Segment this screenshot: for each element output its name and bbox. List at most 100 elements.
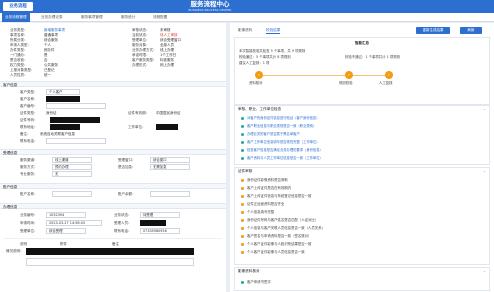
account-name-input[interactable] xyxy=(52,191,92,197)
field-label: 人员性质： xyxy=(10,73,28,77)
field-label: 证件有效期： xyxy=(128,111,149,115)
field-label: 客户服务类型： xyxy=(132,58,157,62)
window-input[interactable]: 综合窗口 xyxy=(150,157,190,163)
tab-handling-records[interactable]: 业务办理记录 xyxy=(38,13,66,22)
field-value: 已登记 xyxy=(44,68,55,72)
app-logo[interactable]: 业务流程 xyxy=(3,2,33,11)
field-value: 统一 xyxy=(44,73,51,77)
evidence-item[interactable]: 个人客户证件影像与人脸识别结果是否一致 xyxy=(247,242,311,246)
check-icon xyxy=(241,125,244,128)
field-label: 工作单位： xyxy=(128,125,146,129)
tab-statistics[interactable]: 服务统计 xyxy=(118,13,138,22)
warning-icon xyxy=(241,243,244,246)
field-label: 客户类型： xyxy=(20,90,38,94)
handle-unit-input[interactable]: 综合受理 xyxy=(46,228,86,234)
warning-icon xyxy=(241,211,244,214)
field-label: 备注： xyxy=(20,132,31,136)
warning-icon xyxy=(241,203,244,206)
tab-images[interactable]: 影像资料 xyxy=(238,27,252,34)
field-value: 系统自动关联客户信息 xyxy=(40,132,75,136)
field-label: 承诺时限： xyxy=(132,53,150,57)
field-label: 联系电话： xyxy=(114,229,132,233)
rule-item[interactable]: 客户职业信息与职业类别是否一致（职业类别） xyxy=(247,124,316,128)
chevron-down-icon[interactable]: ⌄ xyxy=(483,269,486,273)
rule-item[interactable]: 客户资料与人员工作单位信息是否一致（工作单位） xyxy=(247,156,323,160)
evidence-card: 证件审核 ⌄ 身份证件影像资料是否清晰 客户上传证件是否在有效期内 客户上传证件… xyxy=(234,167,490,265)
field-label: 一门通办： xyxy=(10,53,28,57)
field-label: 服务对象： xyxy=(132,43,150,47)
current-status-label: 当前状态： xyxy=(132,33,150,37)
field-label: 受理单位： xyxy=(132,38,150,42)
section-record: 办理信息 xyxy=(0,203,226,209)
summary-line: 本次智能校验共检查 5 个事项，共 9 项规则 xyxy=(239,49,306,53)
field-label: 账户名称： xyxy=(20,192,38,196)
rule-item[interactable]: 客户工作单位信息填写是否规范完整（工作单位） xyxy=(247,140,320,144)
field-label: 申请时间： xyxy=(20,221,38,225)
evidence-item[interactable]: 客户签名与申请资料是否一致（签名核对） xyxy=(247,234,311,238)
tab-process-management[interactable]: 业务流程管理 xyxy=(2,13,30,22)
summary-card: 智能汇总 本次智能校验共检查 5 个事项，共 9 项规则 校验通过：5 个事项共… xyxy=(234,37,490,105)
evidence-item[interactable]: 个人信息与客户关联人员信息是否一致（人员关系） xyxy=(247,226,325,230)
evidence-item[interactable]: 身份证件号码与客户姓名是否匹配（人证对比） xyxy=(247,218,318,222)
step-connector xyxy=(349,75,389,76)
evidence-title: 证件审核 xyxy=(238,169,253,173)
section-account: 账户信息 xyxy=(0,183,226,189)
evidence-item[interactable]: 证件正反面资料是否齐全 xyxy=(247,202,284,206)
field-label: 办件类型： xyxy=(10,48,28,52)
field-value: 普通事项 xyxy=(44,33,58,37)
detail-textarea[interactable] xyxy=(26,258,194,266)
field-value: 公共服务 xyxy=(44,63,58,67)
refresh-button[interactable]: 刷新 xyxy=(460,27,482,34)
section-handling: 受理信息 xyxy=(0,149,226,155)
evidence-item[interactable]: 客户上传证件是否在有效期内 xyxy=(247,186,291,190)
tab-process-config[interactable]: 流程配置 xyxy=(150,13,170,22)
contact-phone-input[interactable]: 07335980556 xyxy=(140,228,180,234)
special-service-input[interactable]: 无 xyxy=(52,171,92,177)
evidence-item[interactable]: 客户上传证件信息与系统登记信息是否一致 xyxy=(247,194,311,198)
redacted-detail xyxy=(26,248,194,255)
customer-number-input[interactable] xyxy=(46,103,106,109)
account-balance-input[interactable] xyxy=(150,191,190,197)
chevron-down-icon[interactable]: ⌄ xyxy=(483,169,486,173)
field-label: 申请人类型： xyxy=(10,43,31,47)
rule-item[interactable]: 对客户的身份证件信息进行验证（客户身份信息） xyxy=(247,116,320,120)
field-value: 综合服务 xyxy=(44,38,58,42)
check-icon xyxy=(241,149,244,152)
evidence-item[interactable]: 个人客户证件影像与人员信息是否一致 xyxy=(247,250,305,254)
field-label: 证件类型： xyxy=(20,111,38,115)
current-status-value: 待人工审核 xyxy=(160,33,178,37)
urgent-input[interactable]: 无需加急 xyxy=(150,164,190,170)
field-value: 1个工作日 xyxy=(160,53,177,57)
rule-item[interactable]: 检查客户信息是否满足业务办理的要求（身份信息） xyxy=(247,148,323,152)
rule-item[interactable]: 办理业务的客户是否属于黑名单客户 xyxy=(247,132,300,136)
channel-input[interactable]: 线上渠道 xyxy=(52,157,92,163)
detail-label: 情况说明： xyxy=(6,249,24,253)
service-mode-input[interactable]: 预约办理 xyxy=(52,164,92,170)
status-label: 审核状态： xyxy=(132,28,150,32)
evidence-item[interactable]: 身份证件影像资料是否清晰 xyxy=(247,178,288,182)
field-label: 联系电话： xyxy=(20,139,38,143)
footer-col-label: 备注 xyxy=(112,242,119,246)
phone-input[interactable] xyxy=(46,138,106,144)
field-label: 客户名称： xyxy=(20,97,38,101)
chevron-down-icon[interactable]: ⌄ xyxy=(483,107,486,111)
business-number-input[interactable]: 1052394 xyxy=(46,212,86,218)
step-circle: ! xyxy=(385,71,393,79)
tab-check-results[interactable]: 校验结果 xyxy=(266,27,281,34)
customer-type-input[interactable]: 个人客户 xyxy=(46,89,80,95)
field-value: 标准服务 xyxy=(160,58,174,62)
field-label: 服务渠道： xyxy=(20,158,38,162)
tab-service-items[interactable]: 服务事项管理 xyxy=(78,13,106,22)
field-value: 综合受理窗口 xyxy=(160,38,181,42)
app-root: 业务流程 服务流程中心 BUSINESS PROCESS CENTER 业务流程… xyxy=(0,0,494,292)
evidence-item[interactable]: 个人信息填写完整 xyxy=(247,210,274,214)
field-label: 上报对象类型： xyxy=(10,68,35,72)
apply-time-input[interactable]: 2023-03-27 14:58:03 xyxy=(46,220,102,226)
app-subtitle: BUSINESS PROCESS CENTER xyxy=(188,7,232,12)
remark-item[interactable]: 客户申请书签字 xyxy=(247,280,271,284)
field-value: 个人 xyxy=(44,43,51,47)
main-tabs: 业务流程管理 业务办理记录 服务事项管理 服务统计 流程配置 xyxy=(0,13,494,22)
redacted-handler xyxy=(140,220,166,226)
business-status-input[interactable]: 待受理 xyxy=(140,212,180,218)
regenerate-button[interactable]: 重新生成结果 xyxy=(416,27,450,34)
